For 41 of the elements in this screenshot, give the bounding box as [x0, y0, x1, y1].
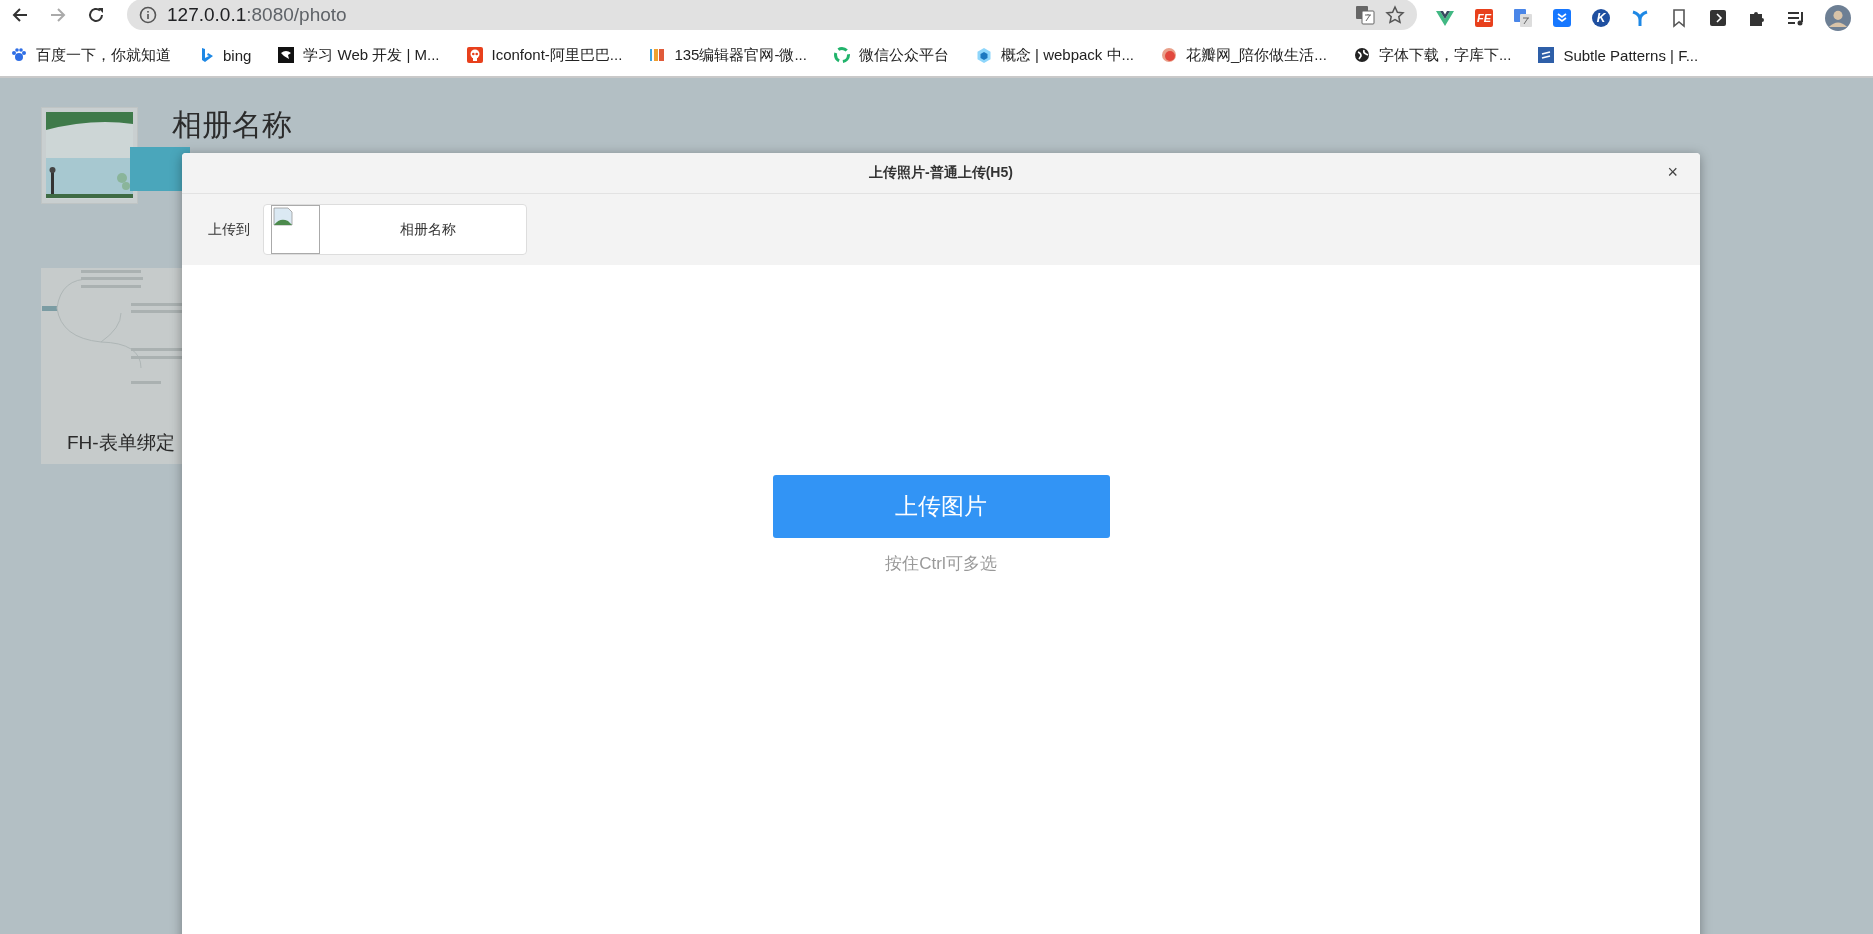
bookmark-item[interactable]: Iconfont-阿里巴巴...	[466, 45, 623, 65]
globe-icon	[1353, 47, 1370, 63]
avatar-icon[interactable]	[1825, 5, 1851, 31]
translate-icon[interactable]	[1355, 4, 1375, 25]
square-icon[interactable]	[1708, 8, 1728, 28]
back-icon[interactable]	[11, 6, 29, 24]
skull-icon	[466, 47, 483, 63]
star-icon[interactable]	[1385, 4, 1405, 25]
cube-icon	[975, 47, 992, 63]
fe-logo-icon[interactable]: FE	[1474, 8, 1494, 28]
bookmark-item[interactable]: 百度一下，你就知道	[11, 45, 171, 65]
circle-icon	[1161, 47, 1177, 63]
bookmark-item[interactable]: 微信公众平台	[833, 45, 949, 65]
stripes-icon	[1538, 47, 1555, 63]
paw-icon	[11, 47, 27, 63]
info-icon[interactable]	[139, 5, 157, 24]
broken-image-icon	[271, 205, 320, 254]
url-text: 127.0.0.1:8080/photo	[167, 3, 347, 26]
card-caption: FH-表单绑定	[66, 431, 176, 455]
bookmark-item[interactable]: 概念 | webpack 中...	[975, 45, 1134, 65]
bookmark-item[interactable]: bing	[198, 46, 252, 64]
field-label: 上传到	[208, 220, 250, 239]
close-button[interactable]: ×	[1663, 162, 1682, 183]
bookmark-item[interactable]: 字体下载，字库下...	[1353, 45, 1512, 65]
k-logo-icon[interactable]: K	[1591, 8, 1611, 28]
hint-text: 按住Ctrl可多选	[885, 553, 997, 575]
address-bar[interactable]: 127.0.0.1:8080/photo	[127, 0, 1417, 30]
bookmark-item[interactable]: Subtle Patterns | F...	[1538, 46, 1699, 64]
translate-icon[interactable]	[1513, 8, 1533, 28]
dialog-title: 上传照片-普通上传(H5)	[869, 164, 1013, 182]
bookmark-item[interactable]: 学习 Web 开发 | M...	[278, 45, 440, 65]
download-icon[interactable]	[1552, 8, 1572, 28]
bookmark-item[interactable]: 135编辑器官网-微...	[649, 45, 807, 65]
album-select[interactable]: 相册名称	[263, 204, 527, 255]
ring-icon	[833, 47, 850, 63]
album-title: 相册名称	[172, 107, 292, 143]
fork-icon[interactable]	[1630, 8, 1650, 28]
bars-icon	[649, 47, 666, 63]
bookmark-item[interactable]: 花瓣网_陪你做生活...	[1161, 45, 1327, 65]
reload-icon[interactable]	[87, 6, 105, 24]
vue-logo-icon[interactable]	[1435, 8, 1455, 28]
